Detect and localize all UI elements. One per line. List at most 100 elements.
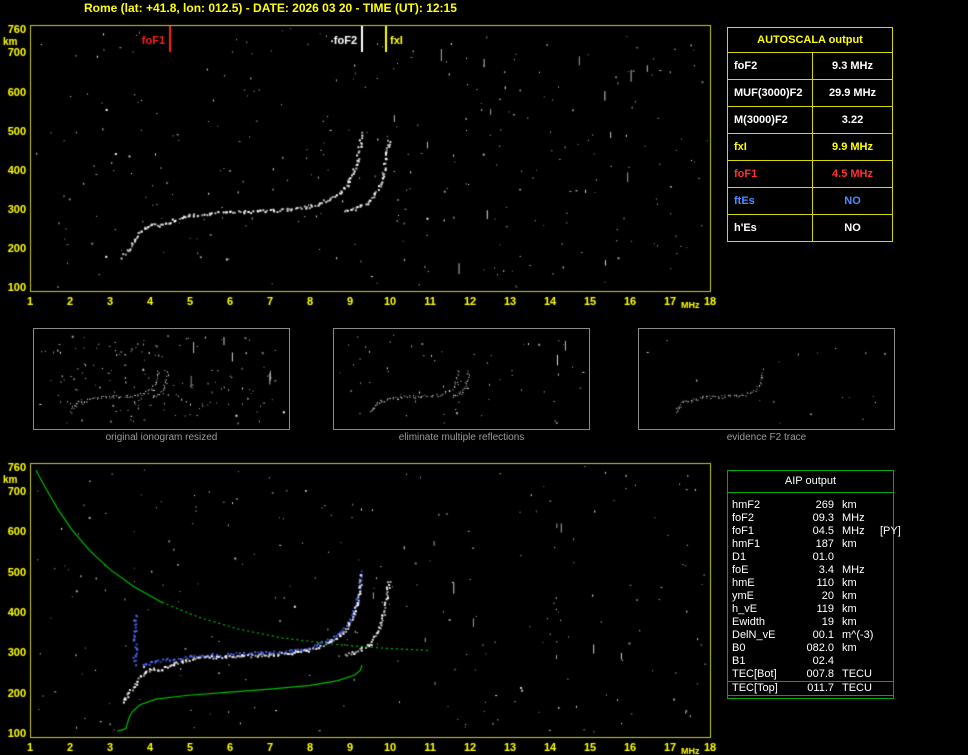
aip-param: B1 [732,655,746,667]
aip-note [876,616,889,629]
aip-unit: MHz [842,512,865,524]
aip-note [876,590,889,603]
aip-note [876,682,889,695]
table-row: Ewidth 19 km [728,616,893,629]
autoscala-param-fxI: fxI [728,134,813,160]
thumbnail-evidence-f2-trace [638,328,895,430]
aip-value: 00.1 [812,629,834,641]
aip-unit [834,655,876,668]
aip-note [876,577,889,590]
aip-value: 04.5 [812,525,834,537]
table-row: MUF(3000)F2 29.9 MHz [728,79,892,106]
aip-unit: km [842,616,857,628]
aip-value: 110 [816,577,834,589]
autoscala-param-muf3000f2: MUF(3000)F2 [728,80,813,106]
table-row: foF1 4.5 MHz [728,160,892,187]
aip-note [876,642,889,655]
aip-param: foE [732,564,749,576]
aip-header: AIP output [728,471,893,493]
table-row: fxI 9.9 MHz [728,133,892,160]
autoscala-screen: Rome (lat: +41.8, lon: 012.5) - DATE: 20… [0,0,968,755]
autoscala-param-m3000f2: M(3000)F2 [728,107,813,133]
aip-param: foF1 [732,525,755,537]
autoscala-output-panel: AUTOSCALA output foF2 9.3 MHz MUF(3000)F… [727,27,893,242]
aip-unit [834,551,876,564]
aip-value: 20 [821,590,834,602]
aip-output-panel: AIP output hmF2 269 km foF2 09.3 MHz foF… [727,470,901,699]
table-row: B1 02.4 [728,655,893,668]
table-row: ftEs NO [728,187,892,214]
autoscala-value-muf3000f2: 29.9 MHz [828,87,877,99]
table-row: M(3000)F2 3.22 [728,106,892,133]
table-row: B0 082.0 km [728,642,893,655]
autoscala-param-ftEs: ftEs [728,188,813,214]
table-row: h'Es NO [728,214,892,241]
aip-unit: km [842,577,857,589]
autoscala-param-foF1: foF1 [728,161,813,187]
aip-value: 19 [821,616,834,628]
aip-value: 09.3 [812,512,834,524]
autoscala-value-foF1: 4.5 MHz [832,168,873,180]
aip-unit: km [842,642,857,654]
table-row: DelN_vE 00.1 m^(-3) [728,629,893,642]
aip-param: TEC[Top] [732,682,778,694]
aip-note [876,629,889,642]
aip-unit: km [842,590,857,602]
aip-note [876,499,889,512]
aip-param: foF2 [732,512,755,524]
thumbnail-caption: eliminate multiple reflections [398,432,525,443]
aip-value: 187 [815,538,834,550]
aip-value: 01.0 [812,551,834,563]
table-row: ymE 20 km [728,590,893,603]
autoscala-value-m3000f2: 3.22 [841,114,864,126]
aip-unit: TECU [842,668,872,680]
autoscala-param-foF2: foF2 [728,53,813,79]
table-row: hmF1 187 km [728,538,893,551]
table-row: hmE 110 km [728,577,893,590]
table-row-tec-top: TEC[Top] 011.7 TECU [728,682,893,696]
thumbnail-eliminate-reflections [333,328,590,430]
aip-param: hmE [732,577,755,589]
aip-value: 269 [815,499,834,511]
aip-note [876,668,889,681]
aip-param: hmF1 [732,538,761,550]
aip-param: h_vE [732,603,758,615]
page-title: Rome (lat: +41.8, lon: 012.5) - DATE: 20… [84,1,457,15]
aip-note [876,551,889,564]
thumbnail-caption: original ionogram resized [105,432,218,443]
thumbnail-caption: evidence F2 trace [726,432,807,443]
autoscala-param-hEs: h'Es [728,215,813,241]
table-row: foF2 09.3 MHz [728,512,893,525]
table-row: foE 3.4 MHz [728,564,893,577]
aip-value: 02.4 [812,655,834,667]
autoscala-value-hEs: NO [844,222,861,234]
autoscala-value-fxI: 9.9 MHz [832,141,873,153]
aip-param: Ewidth [732,616,766,628]
aip-unit: m^(-3) [842,629,874,641]
main-ionogram-chart [0,14,730,314]
aip-body: hmF2 269 km foF2 09.3 MHz foF1 04.5 MHz … [728,493,901,698]
aip-param: ymE [732,590,754,602]
aip-param: D1 [732,551,747,563]
aip-unit: TECU [842,682,872,694]
autoscala-value-ftEs: NO [844,195,861,207]
aip-note [876,603,889,616]
aip-unit: km [842,538,857,550]
profile-ionogram-chart [0,455,730,755]
aip-param: B0 [732,642,746,654]
aip-unit: km [842,603,857,615]
table-row: foF1 04.5 MHz [PY] [728,525,901,538]
aip-value: 007.8 [806,668,834,680]
aip-param: DelN_vE [732,629,776,641]
aip-note: [PY] [880,525,901,537]
table-row: D1 01.0 [728,551,893,564]
table-row: foF2 9.3 MHz [728,52,892,79]
aip-unit: MHz [842,525,865,537]
thumbnail-original-ionogram [33,328,290,430]
aip-param: TEC[Bot] [732,668,777,680]
aip-value: 082.0 [806,642,834,654]
aip-note [876,512,889,525]
aip-note [876,564,889,577]
autoscala-header: AUTOSCALA output [757,34,863,46]
aip-value: 119 [816,603,834,615]
